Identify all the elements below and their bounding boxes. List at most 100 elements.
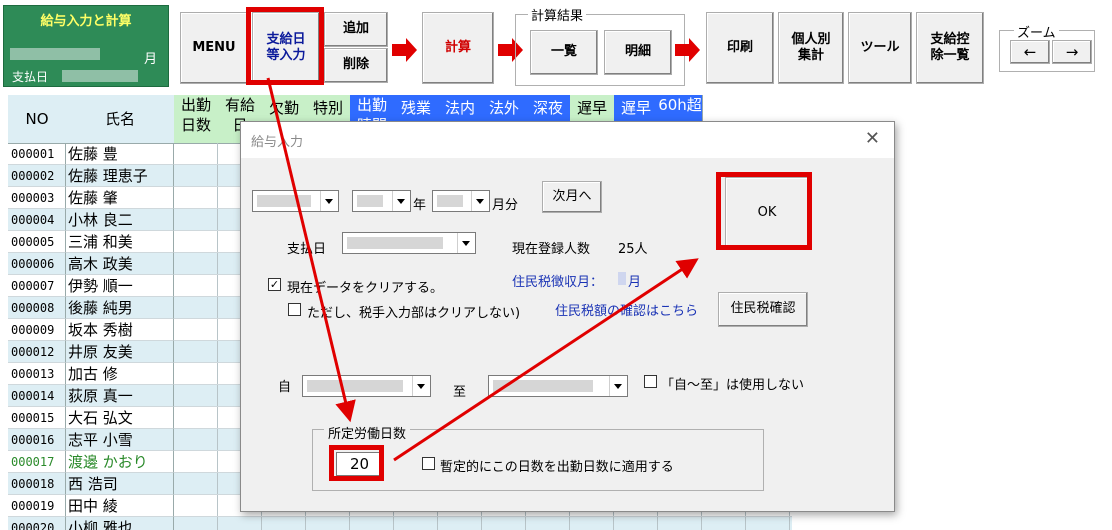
employee-name: 佐藤 理恵子: [66, 165, 174, 187]
deduction-list-button[interactable]: 支給控 除一覧: [916, 12, 984, 84]
employee-no: 000003: [8, 187, 66, 209]
employee-name: 荻原 真一: [66, 385, 174, 407]
zoom-out-button[interactable]: ←: [1010, 40, 1050, 64]
registered-label: 現在登録人数: [512, 242, 591, 257]
employee-name: 田中 綾: [66, 495, 174, 517]
employee-no: 000015: [8, 407, 66, 429]
employee-no: 000008: [8, 297, 66, 319]
add-button[interactable]: 追加: [324, 12, 388, 47]
from-label: 自: [278, 380, 292, 395]
employee-no: 000014: [8, 385, 66, 407]
resident-tax-month-suffix: 月: [628, 275, 642, 290]
clear-data-label: 現在データをクリアする。: [287, 281, 444, 296]
employee-no: 000017: [8, 451, 66, 473]
year-select[interactable]: [352, 190, 411, 212]
calc-result-label: 計算結果: [528, 5, 587, 24]
next-month-button[interactable]: 次月へ: [542, 181, 602, 213]
table-row[interactable]: 000020 小柳 雅也: [8, 517, 792, 530]
to-select[interactable]: [488, 375, 628, 397]
arrow-right-icon: [675, 38, 700, 62]
close-icon[interactable]: ✕: [865, 128, 880, 149]
payday-label: 支払日: [12, 70, 49, 84]
resident-tax-month-label: 住民税徴収月：: [512, 275, 604, 290]
prescribed-days-label: 所定労働日数: [324, 423, 411, 442]
employee-name: 佐藤 肇: [66, 187, 174, 209]
employee-no: 000013: [8, 363, 66, 385]
zoom-label: ズーム: [1014, 22, 1059, 41]
employee-no: 000016: [8, 429, 66, 451]
row-cells[interactable]: [174, 517, 792, 530]
year-suffix: 年: [413, 198, 427, 213]
employee-name: 三浦 和美: [66, 231, 174, 253]
no-tax-clear-checkbox[interactable]: [288, 303, 301, 316]
resident-tax-link[interactable]: 住民税額の確認はこちら: [555, 300, 698, 319]
employee-name: 後藤 純男: [66, 297, 174, 319]
zoom-in-button[interactable]: →: [1052, 40, 1092, 64]
employee-name: 小林 良二: [66, 209, 174, 231]
tools-button[interactable]: ツール: [848, 12, 912, 84]
per-person-summary-button[interactable]: 個人別 集計: [778, 12, 844, 84]
chevron-down-icon: [471, 191, 489, 211]
chevron-down-icon: [609, 376, 627, 396]
chevron-down-icon: [392, 191, 410, 211]
to-label: 至: [453, 385, 467, 400]
deduction-line1: 支給控: [930, 31, 970, 47]
chevron-down-icon: [412, 376, 430, 396]
column-header: 氏名: [66, 95, 175, 144]
month-select[interactable]: [432, 190, 490, 212]
redacted-month: [618, 272, 626, 285]
per-person-line1: 個人別: [791, 31, 831, 47]
highlight-box: [329, 445, 384, 481]
employee-name: 志平 小雪: [66, 429, 174, 451]
detail-button[interactable]: 明細: [604, 30, 672, 75]
month-suffix: 月: [144, 52, 158, 67]
apply-provisional-label: 暫定的にこの日数を出勤日数に適用する: [440, 460, 674, 475]
list-button[interactable]: 一覧: [530, 30, 598, 75]
dialog-titlebar: 給与入力 ✕: [241, 122, 894, 158]
no-range-checkbox[interactable]: [644, 375, 657, 388]
employee-no: 000007: [8, 275, 66, 297]
deduction-line2: 除一覧: [930, 48, 970, 63]
employee-no: 000019: [8, 495, 66, 517]
employee-no: 000009: [8, 319, 66, 341]
panel-title: 給与入力と計算: [40, 14, 132, 29]
employee-name: 井原 友美: [66, 341, 174, 363]
employee-name: 渡邊 かおり: [66, 451, 174, 473]
redacted-value: [10, 48, 100, 60]
employee-no: 000006: [8, 253, 66, 275]
print-button[interactable]: 印刷: [706, 12, 774, 84]
employee-name: 坂本 秀樹: [66, 319, 174, 341]
clear-data-checkbox[interactable]: ✓: [268, 278, 281, 291]
era-select[interactable]: [252, 190, 339, 212]
employee-name: 西 浩司: [66, 473, 174, 495]
employee-no: 000002: [8, 165, 66, 187]
registered-count: 25人: [618, 242, 648, 257]
month-suffix: 月分: [492, 198, 519, 213]
resident-tax-check-button[interactable]: 住民税確認: [718, 292, 808, 327]
employee-no: 000020: [8, 517, 66, 530]
employee-name: 高木 政美: [66, 253, 174, 275]
column-header: 出勤日数: [174, 95, 219, 144]
highlight-box: [246, 7, 324, 85]
apply-provisional-checkbox[interactable]: [422, 457, 435, 470]
employee-no: 000012: [8, 341, 66, 363]
payday-label: 支払日: [287, 242, 327, 257]
per-person-line2: 集計: [797, 48, 824, 63]
employee-name: 大石 弘文: [66, 407, 174, 429]
no-range-label: 「自～至」は使用しない: [661, 378, 805, 393]
from-select[interactable]: [302, 375, 431, 397]
arrow-right-icon: [392, 38, 417, 62]
column-header: NO: [8, 95, 67, 144]
payroll-panel: 給与入力と計算 月 支払日: [3, 5, 169, 87]
employee-no: 000004: [8, 209, 66, 231]
payday-select[interactable]: [342, 232, 476, 254]
menu-button[interactable]: MENU: [180, 12, 248, 84]
dialog-title: 給与入力: [251, 135, 304, 150]
employee-no: 000018: [8, 473, 66, 495]
redacted-payday: [62, 70, 138, 82]
no-tax-clear-label: ただし、税手入力部はクリアしない): [307, 306, 521, 321]
calculate-button[interactable]: 計算: [422, 12, 494, 84]
employee-name: 伊勢 順一: [66, 275, 174, 297]
chevron-down-icon: [457, 233, 475, 253]
delete-button[interactable]: 削除: [324, 48, 388, 83]
